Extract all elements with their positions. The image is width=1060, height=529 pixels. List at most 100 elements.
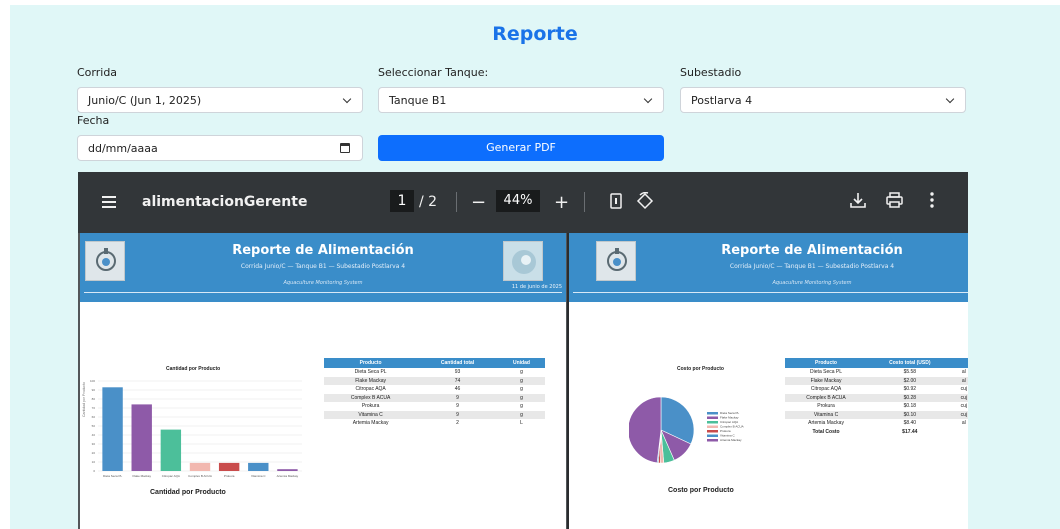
table-cell: Citropac AQA (810, 386, 842, 393)
report-subtitle: Corrida Junio/C — Tanque B1 — Subestadio… (240, 263, 406, 270)
table-header-cell: Producto (785, 358, 868, 368)
shrimp-icon (512, 250, 536, 274)
table-cell: g (520, 386, 523, 393)
page-title: Reporte (492, 23, 578, 45)
table-row: Dieta Seca PL $5.58 al (785, 368, 968, 377)
print-icon[interactable] (886, 192, 903, 208)
zoom-out-button[interactable]: − (471, 192, 486, 213)
table-row: Citropac AQA $0.92 cuj (785, 385, 968, 394)
table-cell: al (952, 376, 968, 385)
table-header-cell: Producto (324, 358, 418, 368)
fecha-input[interactable]: dd/mm/aaaa (77, 135, 363, 161)
report-subtitle: Corrida Junio/C — Tanque B1 — Subestadio… (729, 263, 895, 270)
legend-swatch (707, 412, 718, 415)
table-cell: g (520, 369, 523, 376)
table-cell: $0.92 (903, 386, 917, 393)
table-row: Complex B ACUA $0.28 cuj (785, 393, 968, 402)
subestadio-select[interactable]: Postlarva 4 (680, 87, 966, 113)
table-cell: Flake Mackay (785, 376, 868, 385)
calendar-icon[interactable] (340, 143, 350, 153)
table-cell: 9 (417, 410, 498, 419)
toolbar-divider (456, 192, 457, 212)
table-cell: cuj (960, 403, 967, 410)
table-row: Vitamina C9g (324, 410, 545, 419)
pie-chart-title: Costo por Producto (677, 366, 724, 372)
corrida-select[interactable]: Junio/C (Jun 1, 2025) (77, 87, 363, 113)
y-tick-label: 50 (92, 424, 96, 428)
bar (218, 462, 240, 471)
page-number-input[interactable]: 1 (390, 190, 414, 212)
toolbar-divider (584, 192, 585, 212)
chevron-down-icon (643, 94, 653, 104)
report-date: 11 de junio de 2025 (511, 284, 562, 290)
total-label: Total Costo (785, 427, 868, 436)
table-cell: 9 (417, 393, 498, 402)
legend-label: Artemia Mackay (720, 438, 742, 442)
table-cell: $0.10 (867, 410, 953, 419)
x-tick-label: Prokura (224, 474, 235, 478)
table-cell: Complex B ACUA (324, 393, 418, 402)
pdf-toolbar: alimentacionGerente 1 / 2 − 44% + (78, 172, 968, 233)
table-row: Complex B ACUA 9 g (324, 393, 545, 402)
bar (248, 462, 269, 471)
y-tick-label: 40 (92, 433, 96, 437)
table-cell: 93 (454, 369, 461, 376)
table-cell: al (961, 420, 966, 427)
subestadio-value: Postlarva 4 (691, 94, 753, 107)
table-header-cell: Costo total (USD) (867, 358, 953, 368)
pie-chart: Dieta Seca PLFlake MackayCitropac AQACom… (629, 396, 744, 464)
table-cell: L (520, 420, 523, 427)
y-tick-label: 70 (92, 406, 96, 410)
zoom-input[interactable]: 44% (496, 190, 540, 212)
report-system: Aquaculture Monitoring System (772, 280, 852, 286)
fit-page-icon[interactable] (610, 193, 622, 209)
table-row: Vitamina C $0.10 cuj (785, 410, 968, 419)
y-tick-label: 0 (93, 469, 95, 473)
more-options-icon[interactable] (930, 192, 934, 208)
y-tick-label: 30 (92, 442, 96, 446)
chevron-down-icon (342, 94, 352, 104)
fecha-label: Fecha (77, 114, 110, 127)
table-cell: cuj (960, 386, 967, 393)
y-tick-label: 80 (92, 397, 96, 401)
tanque-select[interactable]: Tanque B1 (378, 87, 664, 113)
fecha-placeholder: dd/mm/aaaa (88, 142, 158, 155)
report-header: Reporte de Alimentación Corrida Junio/C … (80, 233, 566, 302)
tanque-label: Seleccionar Tanque: (378, 66, 489, 79)
table-header-row: Producto Cantidad total Unidad (324, 358, 545, 368)
pdf-page-1: Reporte de Alimentación Corrida Junio/C … (80, 233, 566, 529)
x-tick-label: Vitamina C (251, 474, 266, 478)
total-value: $17.44 (867, 427, 953, 436)
report-header: Reporte de Alimentación Corrida Junio/C … (569, 233, 968, 302)
bar (131, 404, 152, 471)
report-title: Reporte de Alimentación (721, 243, 903, 258)
download-icon[interactable] (850, 192, 866, 208)
rotate-icon[interactable] (636, 192, 654, 210)
table-header-cell: Unidad (497, 358, 545, 368)
quantity-table: Producto Cantidad total Unidad Dieta Seca … (324, 358, 545, 428)
legend-swatch (707, 416, 718, 419)
table-cell: Artemia Mackay (352, 420, 389, 427)
x-tick-label: Citropac AQA (162, 474, 180, 478)
table-cell: Artemia Mackay (808, 420, 844, 427)
legend-swatch (707, 434, 718, 437)
bar (160, 429, 182, 471)
legend-label: Dieta Seca PL (720, 411, 740, 415)
x-tick-label: Artemia Mackay (277, 474, 299, 478)
generate-pdf-button[interactable]: Generar PDF (378, 135, 664, 161)
table-cell: g (497, 376, 545, 385)
x-tick-label: Dieta Seca PL (103, 474, 123, 478)
table-cell: cuj (952, 393, 968, 402)
table-row: Artemia Mackay 2 L (324, 419, 545, 428)
menu-icon[interactable] (102, 196, 116, 208)
zoom-in-button[interactable]: + (554, 192, 569, 213)
report-panel: Reporte Corrida Junio/C (Jun 1, 2025) Se… (10, 5, 1060, 529)
table-cell: 74 (417, 376, 498, 385)
bar-chart: 0 10 20 30 40 50 60 70 80 90 100 Dieta Seca PL Flake… (90, 379, 302, 478)
report-title: Reporte de Alimentación (232, 243, 414, 258)
table-row: Artemia Mackay $8.40 al (785, 419, 968, 428)
table-cell: Prokura (361, 403, 380, 410)
table-cell: Complex B ACUA (785, 393, 868, 402)
table-cell: g (520, 403, 523, 410)
table-cell: g (497, 410, 545, 419)
